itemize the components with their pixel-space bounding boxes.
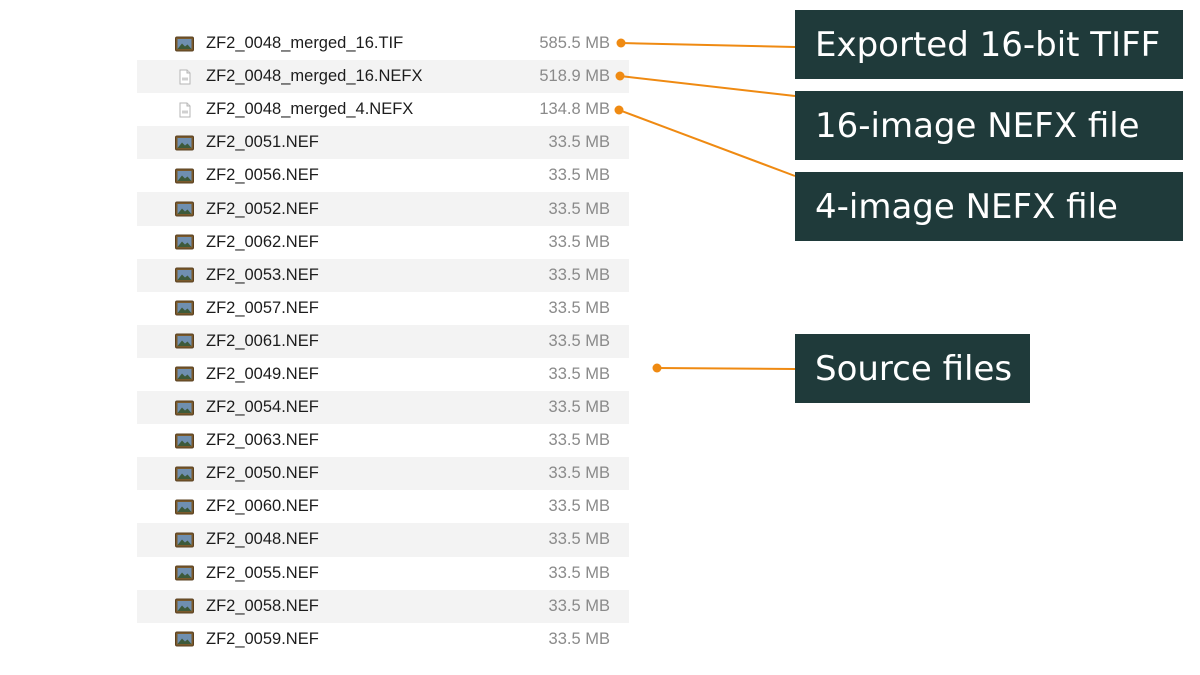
file-size: 33.5 MB [548,166,610,185]
file-row[interactable]: ZF2_0050.NEF 33.5 MB [137,457,629,491]
file-row[interactable]: ZF2_0062.NEF 33.5 MB [137,225,629,259]
file-name: ZF2_0060.NEF [206,497,319,516]
file-size: 33.5 MB [548,133,610,152]
callout-16-image-nefx: 16-image NEFX file [795,91,1183,160]
file-name: ZF2_0056.NEF [206,166,319,185]
image-file-icon [175,466,194,482]
file-name: ZF2_0053.NEF [206,265,319,284]
file-size: 33.5 MB [548,629,610,648]
image-file-icon [175,400,194,416]
file-name: ZF2_0063.NEF [206,431,319,450]
file-row[interactable]: ZF2_0056.NEF 33.5 MB [137,159,629,193]
callout-exported-tiff: Exported 16-bit TIFF [795,10,1183,79]
image-file-icon [175,532,194,548]
file-row[interactable]: ZF2_0048_merged_16.TIF 585.5 MB [137,27,629,61]
file-size: 518.9 MB [539,67,610,86]
callout-source-files: Source files [795,334,1030,403]
file-size: 33.5 MB [548,298,610,317]
file-row[interactable]: ZF2_0054.NEF 33.5 MB [137,391,629,425]
file-row[interactable]: ZF2_0048_merged_4.NEFX 134.8 MB [137,93,629,127]
file-name: ZF2_0048_merged_16.NEFX [206,67,423,86]
file-size: 33.5 MB [548,464,610,483]
file-row[interactable]: ZF2_0055.NEF 33.5 MB [137,556,629,590]
file-row[interactable]: ZF2_0059.NEF 33.5 MB [137,622,629,656]
file-size: 33.5 MB [548,563,610,582]
file-size: 33.5 MB [548,497,610,516]
file-size: 33.5 MB [548,530,610,549]
image-file-icon [175,333,194,349]
image-file-icon [175,168,194,184]
file-row[interactable]: ZF2_0057.NEF 33.5 MB [137,291,629,325]
file-row[interactable]: ZF2_0052.NEF 33.5 MB [137,192,629,226]
file-size: 33.5 MB [548,232,610,251]
file-name: ZF2_0048_merged_4.NEFX [206,100,414,119]
file-size: 33.5 MB [548,596,610,615]
image-file-icon [175,234,194,250]
file-size: 33.5 MB [548,199,610,218]
file-name: ZF2_0049.NEF [206,364,319,383]
file-row[interactable]: ZF2_0049.NEF 33.5 MB [137,357,629,392]
file-name: ZF2_0051.NEF [206,133,319,152]
file-row[interactable]: ZF2_0060.NEF 33.5 MB [137,490,629,524]
file-size: 33.5 MB [548,265,610,284]
leader-line-source [656,367,796,370]
file-name: ZF2_0058.NEF [206,596,319,615]
file-size: 33.5 MB [548,398,610,417]
leader-dot-source [652,363,662,373]
image-file-icon [175,36,194,52]
image-file-icon [175,267,194,283]
file-list: ZF2_0048_merged_16.TIF 585.5 MB ZF2_0048… [137,27,629,656]
file-row[interactable]: ZF2_0048.NEF 33.5 MB [137,523,629,557]
file-name: ZF2_0054.NEF [206,398,319,417]
image-file-icon [175,366,194,382]
file-size: 134.8 MB [539,100,610,119]
file-name: ZF2_0061.NEF [206,331,319,350]
file-row[interactable]: ZF2_0051.NEF 33.5 MB [137,126,629,160]
leader-line-nefx16 [619,75,796,97]
callout-4-image-nefx: 4-image NEFX file [795,172,1183,241]
image-file-icon [175,598,194,614]
image-file-icon [175,499,194,515]
file-name: ZF2_0062.NEF [206,232,319,251]
image-file-icon [175,300,194,316]
file-name: ZF2_0052.NEF [206,199,319,218]
file-size: 33.5 MB [548,431,610,450]
image-file-icon [175,565,194,581]
file-size: 585.5 MB [539,34,610,53]
file-size: 33.5 MB [548,331,610,350]
leader-line-nefx4 [618,109,796,177]
image-file-icon [175,201,194,217]
image-file-icon [175,631,194,647]
file-name: ZF2_0050.NEF [206,464,319,483]
file-name: ZF2_0059.NEF [206,629,319,648]
leader-line-tiff [620,42,796,48]
file-row[interactable]: ZF2_0053.NEF 33.5 MB [137,258,629,292]
file-row[interactable]: ZF2_0063.NEF 33.5 MB [137,424,629,458]
file-name: ZF2_0048.NEF [206,530,319,549]
file-row[interactable]: ZF2_0061.NEF 33.5 MB [137,324,629,358]
file-row[interactable]: ZF2_0048_merged_16.NEFX 518.9 MB [137,60,629,94]
image-file-icon [175,135,194,151]
file-row[interactable]: ZF2_0058.NEF 33.5 MB [137,589,629,623]
image-file-icon [175,433,194,449]
file-name: ZF2_0057.NEF [206,298,319,317]
file-name: ZF2_0055.NEF [206,563,319,582]
file-size: 33.5 MB [548,364,610,383]
document-file-icon [175,69,194,85]
document-file-icon [175,102,194,118]
file-name: ZF2_0048_merged_16.TIF [206,34,404,53]
